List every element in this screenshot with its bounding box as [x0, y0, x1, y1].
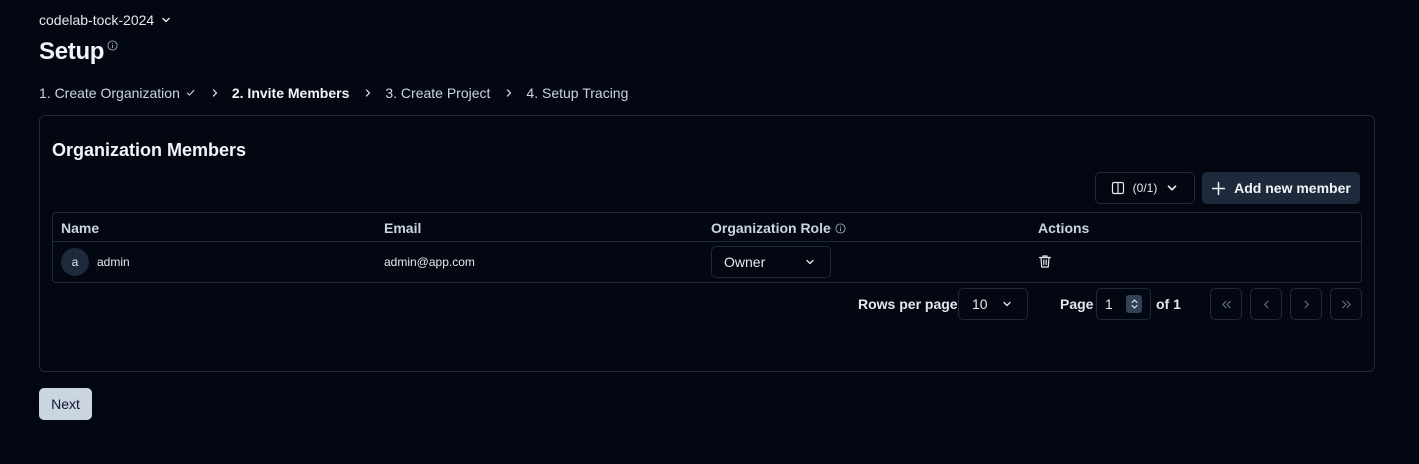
info-icon[interactable] — [835, 222, 846, 234]
first-page-button[interactable] — [1210, 288, 1242, 320]
next-page-button[interactable] — [1290, 288, 1322, 320]
trash-icon[interactable] — [1038, 254, 1052, 269]
avatar: a — [61, 248, 89, 276]
page-label: Page — [1060, 296, 1094, 312]
step-setup-tracing[interactable]: 4. Setup Tracing — [526, 85, 628, 101]
column-count: (0/1) — [1132, 181, 1158, 195]
role-value: Owner — [724, 254, 766, 270]
stepper-icon[interactable] — [1126, 295, 1142, 313]
step-create-organization[interactable]: 1. Create Organization — [39, 85, 196, 101]
chevron-down-icon — [162, 17, 170, 23]
info-icon[interactable] — [107, 40, 118, 51]
chevron-down-icon — [806, 259, 814, 265]
page-title: Setup — [39, 38, 105, 65]
step-label: 1. Create Organization — [39, 85, 180, 101]
chevrons-left-icon — [1221, 300, 1231, 308]
project-switcher[interactable]: codelab-tock-2024 — [39, 12, 172, 28]
step-label: 2. Invite Members — [231, 85, 350, 101]
step-invite-members[interactable]: 2. Invite Members — [232, 85, 350, 101]
step-label: 3. Create Project — [385, 85, 491, 101]
header-actions: Actions — [1038, 220, 1090, 236]
card-title: Organization Members — [52, 140, 247, 160]
previous-page-button[interactable] — [1250, 288, 1282, 320]
next-button[interactable]: Next — [39, 388, 92, 420]
page-number-input[interactable]: 1 — [1096, 288, 1151, 320]
check-icon — [185, 85, 196, 101]
setup-stepper: 1. Create Organization 2. Invite Members… — [39, 85, 628, 101]
rows-per-page-label: Rows per page — [858, 296, 958, 312]
header-name: Name — [61, 220, 100, 236]
member-name: admin — [97, 255, 130, 269]
table-row: a admin admin@app.com Owner — [53, 242, 1361, 282]
role-select[interactable]: Owner — [711, 246, 831, 278]
add-member-label: Add new member — [1234, 180, 1351, 196]
chevrons-right-icon — [1341, 300, 1351, 308]
step-label: 4. Setup Tracing — [526, 85, 629, 101]
project-switcher-label: codelab-tock-2024 — [39, 12, 155, 28]
organization-members-card: Organization Members (0/1) Add new membe… — [39, 115, 1375, 372]
rows-per-page-value: 10 — [972, 296, 988, 312]
header-email: Email — [384, 220, 422, 236]
page-number-value: 1 — [1105, 296, 1113, 312]
chevron-down-icon — [1003, 301, 1011, 307]
chevron-down-icon — [1168, 185, 1177, 191]
add-new-member-button[interactable]: Add new member — [1202, 172, 1360, 204]
column-visibility-button[interactable]: (0/1) — [1095, 172, 1195, 204]
chevron-right-icon — [1304, 300, 1309, 308]
members-table: Name Email Organization Role Actions a a… — [52, 212, 1362, 283]
page-header: Setup — [39, 38, 118, 66]
plus-icon — [1211, 181, 1226, 195]
member-email: admin@app.com — [384, 255, 475, 269]
chevron-right-icon — [209, 87, 221, 99]
chevron-right-icon — [503, 87, 515, 99]
chevron-right-icon — [362, 87, 374, 99]
header-organization-role: Organization Role — [711, 220, 846, 236]
step-create-project[interactable]: 3. Create Project — [385, 85, 490, 101]
columns-icon — [1111, 181, 1124, 195]
last-page-button[interactable] — [1330, 288, 1362, 320]
table-header: Name Email Organization Role Actions — [53, 213, 1361, 242]
page-of-label: of 1 — [1156, 296, 1181, 312]
chevron-left-icon — [1263, 300, 1268, 308]
rows-per-page-select[interactable]: 10 — [958, 288, 1028, 320]
